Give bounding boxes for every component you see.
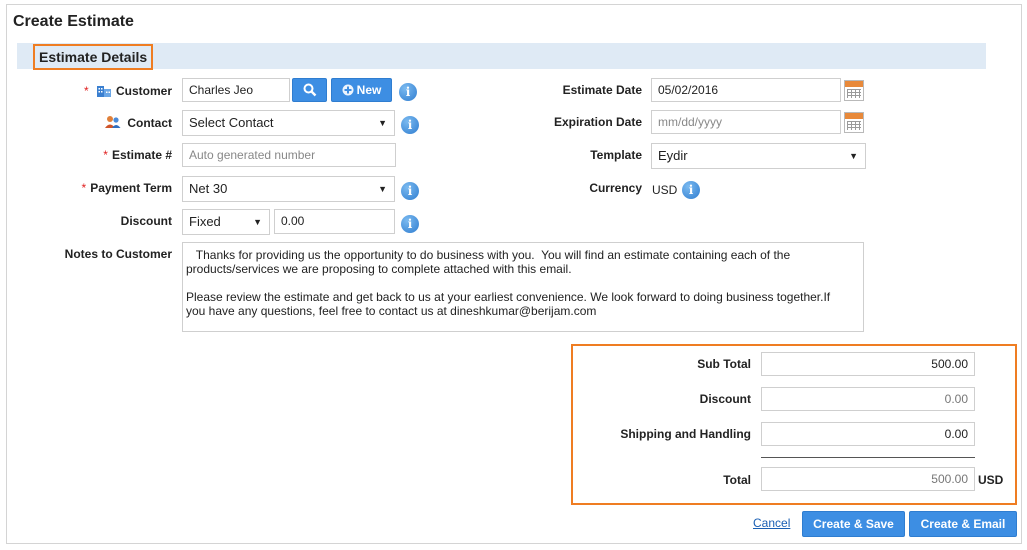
dropdown-arrow-icon: ▼: [378, 184, 387, 194]
customer-info-icon[interactable]: i: [399, 83, 417, 101]
estimate-number-label-text: Estimate #: [111, 148, 172, 162]
contact-select[interactable]: Select Contact ▼: [182, 110, 395, 136]
discount-info-icon[interactable]: i: [401, 215, 419, 233]
dropdown-arrow-icon: ▼: [253, 217, 262, 227]
total-currency: USD: [978, 473, 1004, 487]
currency-value: USD: [652, 183, 678, 197]
dropdown-arrow-icon: ▼: [378, 118, 387, 128]
create-save-button[interactable]: Create & Save: [802, 511, 905, 537]
total-field: 500.00: [761, 467, 975, 491]
contact-label-text: Contact: [127, 116, 172, 130]
template-label: Template: [590, 148, 642, 162]
customer-search-button[interactable]: [292, 78, 327, 102]
contact-select-value: Select Contact: [189, 115, 274, 130]
notes-line: you have any questions, feel free to con…: [186, 304, 597, 318]
subtotal-field: 500.00: [761, 352, 975, 376]
payment-term-label-text: Payment Term: [90, 181, 172, 195]
contacts-icon: [105, 116, 121, 128]
payment-term-label: * Payment Term: [60, 181, 172, 195]
shipping-label: Shipping and Handling: [620, 427, 751, 441]
required-marker: *: [81, 181, 87, 195]
section-header-bar: [17, 43, 986, 69]
section-title: Estimate Details: [33, 44, 154, 70]
contact-label: Contact: [98, 115, 172, 130]
create-email-button[interactable]: Create & Email: [909, 511, 1017, 537]
payment-term-select[interactable]: Net 30 ▼: [182, 176, 395, 202]
new-customer-button[interactable]: New: [331, 78, 392, 102]
shipping-field[interactable]: 0.00: [761, 422, 975, 446]
discount-type-value: Fixed: [189, 214, 221, 229]
payment-term-value: Net 30: [189, 181, 228, 196]
notes-line: Please review the estimate and get back …: [186, 290, 831, 304]
dropdown-arrow-icon: ▼: [849, 151, 858, 161]
currency-info-icon[interactable]: i: [682, 181, 700, 199]
total-label: Total: [723, 473, 751, 487]
required-marker: *: [83, 84, 89, 98]
total-discount-field: 0.00: [761, 387, 975, 411]
payment-term-info-icon[interactable]: i: [401, 182, 419, 200]
expiration-date-label: Expiration Date: [553, 115, 642, 129]
notes-textarea[interactable]: Thanks for providing us the opportunity …: [182, 242, 864, 332]
template-value: Eydir: [658, 148, 688, 163]
plus-circle-icon: [342, 84, 354, 96]
estimate-number-input[interactable]: Auto generated number: [182, 143, 396, 167]
calendar-icon[interactable]: [844, 80, 864, 101]
estimate-date-input[interactable]: 05/02/2016: [651, 78, 841, 102]
totals-divider: [761, 457, 975, 458]
notes-line: products/services we are proposing to co…: [186, 262, 572, 276]
notes-line: Thanks for providing us the opportunity …: [186, 248, 791, 262]
discount-label: Discount: [120, 214, 172, 228]
page-title: Create Estimate: [13, 13, 134, 30]
notes-label: Notes to Customer: [64, 247, 172, 261]
customer-label-text: Customer: [115, 84, 172, 98]
template-select[interactable]: Eydir ▼: [651, 143, 866, 169]
expiration-date-input[interactable]: mm/dd/yyyy: [651, 110, 841, 134]
estimate-date-label: Estimate Date: [562, 83, 642, 97]
total-discount-label: Discount: [699, 392, 751, 406]
customer-input[interactable]: Charles Jeo: [182, 78, 290, 102]
estimate-number-label: * Estimate #: [90, 148, 172, 162]
currency-label: Currency: [589, 181, 642, 195]
customer-label: * Customer: [80, 83, 172, 98]
customer-icon: [96, 86, 111, 97]
contact-info-icon[interactable]: i: [401, 116, 419, 134]
cancel-link[interactable]: Cancel: [753, 516, 790, 530]
discount-amount-input[interactable]: 0.00: [274, 209, 395, 234]
new-customer-label: New: [356, 83, 382, 97]
subtotal-label: Sub Total: [697, 357, 751, 371]
required-marker: *: [103, 148, 108, 162]
discount-type-select[interactable]: Fixed ▼: [182, 209, 270, 235]
calendar-icon[interactable]: [844, 112, 864, 133]
search-icon: [303, 83, 316, 97]
